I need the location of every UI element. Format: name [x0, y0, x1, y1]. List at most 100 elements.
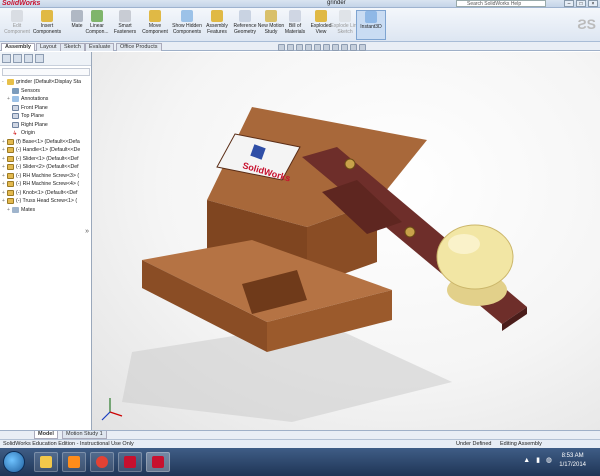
edit-appearance-icon[interactable] — [341, 44, 348, 51]
tab-sketch[interactable]: Sketch — [60, 43, 85, 51]
exploded-view-icon — [315, 10, 327, 22]
sensors-icon — [12, 87, 19, 94]
taskbar-acrobat[interactable] — [118, 452, 142, 472]
linear-pattern-button[interactable]: Linear Compon... — [82, 10, 112, 35]
tree-item-slider-2[interactable]: + (-) Slider<2> (Default<<Def — [2, 163, 92, 172]
motion-study-icon — [265, 10, 277, 22]
part-icon — [7, 138, 14, 145]
heads-up-view-toolbar — [278, 44, 366, 52]
smart-fasteners-icon — [119, 10, 131, 22]
system-tray-icons[interactable]: ▲ ▮ ◍ — [523, 456, 554, 464]
document-title: grinder — [327, 0, 346, 6]
tree-item-grinder[interactable]: - grinder (Default<Display Sta — [2, 78, 92, 87]
tab-office-products[interactable]: Office Products — [116, 43, 162, 51]
solidworks-watermark-icon: ƧS — [577, 16, 596, 32]
title-bar: SolidWorks grinder Search SolidWorks Hel… — [0, 0, 600, 8]
triad-z-axis — [101, 411, 111, 421]
tree-item-base[interactable]: + (f) Base<1> (Default<<Defa — [2, 138, 92, 147]
assembly-icon — [7, 79, 14, 86]
insert-components-button[interactable]: Insert Components — [32, 10, 62, 35]
tree-item-sensors[interactable]: Sensors — [2, 87, 92, 96]
tree-item-knob[interactable]: + (-) Knob<1> (Default<<Def — [2, 189, 92, 198]
tree-item-origin[interactable]: ↳ Origin — [2, 129, 92, 138]
grinder-model[interactable]: SolidWorks — [92, 52, 600, 430]
move-component-icon — [149, 10, 161, 22]
app-logo[interactable]: SolidWorks — [2, 0, 40, 7]
part-icon — [7, 147, 14, 154]
propertymanager-tab-icon[interactable] — [13, 54, 22, 63]
tab-model[interactable]: Model — [34, 431, 58, 439]
display-style-icon[interactable] — [323, 44, 330, 51]
show-hidden-components-button[interactable]: Show Hidden Components — [172, 10, 202, 35]
edit-component-button[interactable]: Edit Component — [2, 10, 32, 35]
previous-view-icon[interactable] — [296, 44, 303, 51]
smart-fasteners-button[interactable]: Smart Fasteners — [110, 10, 140, 35]
assembly-features-button[interactable]: Assembly Features — [202, 10, 232, 35]
command-manager: Edit Component Insert Components Mate Li… — [0, 8, 600, 42]
model-tabs: Model Motion Study 1 — [0, 430, 600, 439]
graphics-area[interactable]: SolidWorks — [92, 52, 600, 430]
zoom-to-area-icon[interactable] — [287, 44, 294, 51]
tree-item-right-plane[interactable]: Right Plane — [2, 121, 92, 130]
part-icon — [7, 198, 14, 205]
taskbar: ▲ ▮ ◍ 8:53 AM 1/17/2014 — [0, 448, 600, 476]
chrome-icon — [96, 456, 108, 468]
part-icon — [7, 164, 14, 171]
taskbar-solidworks[interactable] — [146, 452, 170, 472]
maximize-button[interactable]: □ — [576, 0, 586, 7]
tree-item-slider-1[interactable]: + (-) Slider<1> (Default<<Def — [2, 155, 92, 164]
view-settings-icon[interactable] — [359, 44, 366, 51]
window-controls: – □ × — [564, 0, 598, 7]
section-view-icon[interactable] — [305, 44, 312, 51]
featuremanager-tab-icon[interactable] — [2, 54, 11, 63]
mode-status: Editing Assembly — [500, 441, 542, 447]
acrobat-icon — [124, 456, 136, 468]
move-component-button[interactable]: Move Component — [140, 10, 170, 35]
mates-icon — [12, 206, 19, 213]
explorer-icon — [40, 456, 52, 468]
configurationmanager-tab-icon[interactable] — [24, 54, 33, 63]
tree-item-screw-3[interactable]: + (-) RH Machine Screw<3> ( — [2, 172, 92, 181]
tree-item-front-plane[interactable]: Front Plane — [2, 104, 92, 113]
taskbar-chrome[interactable] — [90, 452, 114, 472]
taskbar-explorer[interactable] — [34, 452, 58, 472]
instant3d-button[interactable]: Instant3D — [356, 10, 386, 40]
tab-motion-study-1[interactable]: Motion Study 1 — [62, 431, 107, 439]
definition-status: Under Defined — [456, 441, 492, 447]
status-bar: SolidWorks Education Edition - Instructi… — [0, 439, 600, 448]
tab-layout[interactable]: Layout — [36, 43, 61, 51]
part-icon — [7, 155, 14, 162]
taskbar-media-player[interactable] — [62, 452, 86, 472]
zoom-to-fit-icon[interactable] — [278, 44, 285, 51]
tree-item-screw-4[interactable]: + (-) RH Machine Screw<4> ( — [2, 180, 92, 189]
apply-scene-icon[interactable] — [350, 44, 357, 51]
annotations-icon — [12, 96, 19, 103]
help-search-input[interactable]: Search SolidWorks Help — [456, 0, 546, 7]
plane-icon — [12, 121, 19, 128]
appearance-tab-icon[interactable] — [35, 54, 44, 63]
edition-status: SolidWorks Education Edition - Instructi… — [3, 441, 134, 447]
minimize-button[interactable]: – — [564, 0, 574, 7]
tree-item-mates[interactable]: + Mates — [2, 206, 92, 215]
assembly-features-icon — [211, 10, 223, 22]
origin-icon: ↳ — [12, 131, 18, 138]
tree-filter-input[interactable] — [2, 68, 90, 76]
tree-item-truss-screw[interactable]: + (-) Truss Head Screw<1> ( — [2, 197, 92, 206]
knob-highlight — [448, 234, 480, 254]
panel-expand-chevron-icon[interactable]: » — [85, 228, 89, 235]
start-button-icon[interactable] — [3, 451, 25, 473]
feature-manager-panel: - grinder (Default<Display Sta Sensors + A… — [0, 52, 92, 430]
knob-top — [436, 224, 514, 290]
explode-line-icon — [339, 10, 351, 22]
clock[interactable]: 8:53 AM 1/17/2014 — [559, 452, 586, 470]
view-orientation-icon[interactable] — [314, 44, 321, 51]
part-icon — [7, 181, 14, 188]
tab-evaluate[interactable]: Evaluate — [85, 43, 115, 51]
tree-item-annotations[interactable]: + Annotations — [2, 95, 92, 104]
tree-item-handle[interactable]: + (-) Handle<1> (Default<<De — [2, 146, 92, 155]
tab-assembly[interactable]: Assembly — [1, 43, 35, 51]
close-button[interactable]: × — [588, 0, 598, 7]
tree-item-top-plane[interactable]: Top Plane — [2, 112, 92, 121]
hide-show-items-icon[interactable] — [332, 44, 339, 51]
bom-icon — [289, 10, 301, 22]
